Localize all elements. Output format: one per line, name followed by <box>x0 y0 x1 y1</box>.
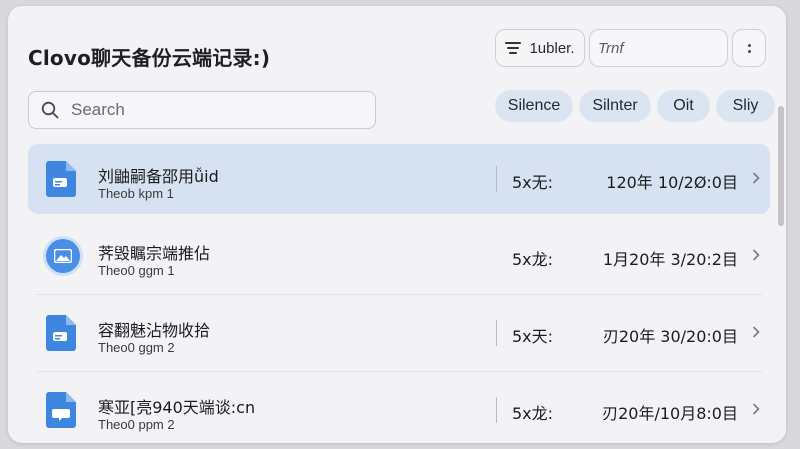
filter-button-label: 1ubler. <box>529 39 575 57</box>
more-options-button[interactable] <box>732 29 766 67</box>
chip-silnter[interactable]: Silnter <box>579 90 651 122</box>
chevron-right-icon <box>752 249 760 261</box>
item-subtitle: Theo0 ggm 2 <box>98 340 175 355</box>
chip-silence[interactable]: Silence <box>495 90 573 122</box>
row-divider <box>36 371 762 372</box>
list-item[interactable]: 容翻魅沾物收拾 Theo0 ggm 2 5x天: 刃20年 30/20:0目 <box>28 298 770 372</box>
page-title: Clovo聊天备份云端记录:) <box>28 46 271 70</box>
chevron-right-icon <box>752 403 760 415</box>
document-icon <box>46 315 76 351</box>
app-window: Clovo聊天备份云端记录:) 1ubler. Trnf Silence Sil… <box>8 6 786 443</box>
chip-oit[interactable]: Oit <box>657 90 710 122</box>
column-divider <box>496 166 497 192</box>
list-item[interactable]: 刘鼬嗣备邵用ǚid Theob kpm 1 5x无: 120年 10/2Ø:0目 <box>28 144 770 214</box>
chat-document-icon <box>46 392 76 428</box>
column-divider <box>496 320 497 346</box>
filter-button[interactable]: 1ubler. <box>495 29 585 67</box>
item-subtitle: Theob kpm 1 <box>98 186 174 201</box>
filter-chips: Silence Silnter Oit Sliy <box>495 90 775 122</box>
text-field-value: Trnf <box>598 39 624 57</box>
item-date: 1月20年 3/20:2目 <box>602 250 738 269</box>
search-box[interactable] <box>28 91 376 129</box>
list-item[interactable]: 寒亚[亮940天端谈:cn Theo0 ppm 2 5x龙: 刃20年/10月8… <box>28 375 770 443</box>
item-name: 荠毁瞩宗端推佔 <box>98 244 211 263</box>
item-name: 刘鼬嗣备邵用ǚid <box>98 167 219 186</box>
item-count: 5x天: <box>512 327 554 346</box>
column-divider <box>496 397 497 423</box>
item-count: 5x龙: <box>512 404 554 423</box>
image-icon <box>46 239 80 273</box>
item-subtitle: Theo0 ggm 1 <box>98 263 175 278</box>
item-date: 刃20年 30/20:0目 <box>602 327 738 346</box>
item-date: 刃20年/10月8:0目 <box>602 404 738 423</box>
backup-list: 刘鼬嗣备邵用ǚid Theob kpm 1 5x无: 120年 10/2Ø:0目… <box>28 144 770 443</box>
item-name: 寒亚[亮940天端谈:cn <box>98 398 256 417</box>
search-input[interactable] <box>69 99 353 121</box>
item-count: 5x无: <box>512 173 554 192</box>
scrollbar[interactable] <box>778 106 784 226</box>
document-icon <box>46 161 76 197</box>
item-subtitle: Theo0 ppm 2 <box>98 417 175 432</box>
row-divider <box>36 294 762 295</box>
more-vertical-icon <box>747 43 751 53</box>
item-name: 容翻魅沾物收拾 <box>98 321 211 340</box>
filter-lines-icon <box>505 42 522 54</box>
text-field[interactable]: Trnf <box>589 29 728 67</box>
item-count: 5x龙: <box>512 250 554 269</box>
chevron-right-icon <box>752 326 760 338</box>
list-item[interactable]: 荠毁瞩宗端推佔 Theo0 ggm 1 5x龙: 1月20年 3/20:2目 <box>28 221 770 295</box>
search-icon <box>41 101 59 119</box>
chip-sliy[interactable]: Sliy <box>716 90 775 122</box>
item-date: 120年 10/2Ø:0目 <box>606 173 738 192</box>
chevron-right-icon <box>752 172 760 184</box>
